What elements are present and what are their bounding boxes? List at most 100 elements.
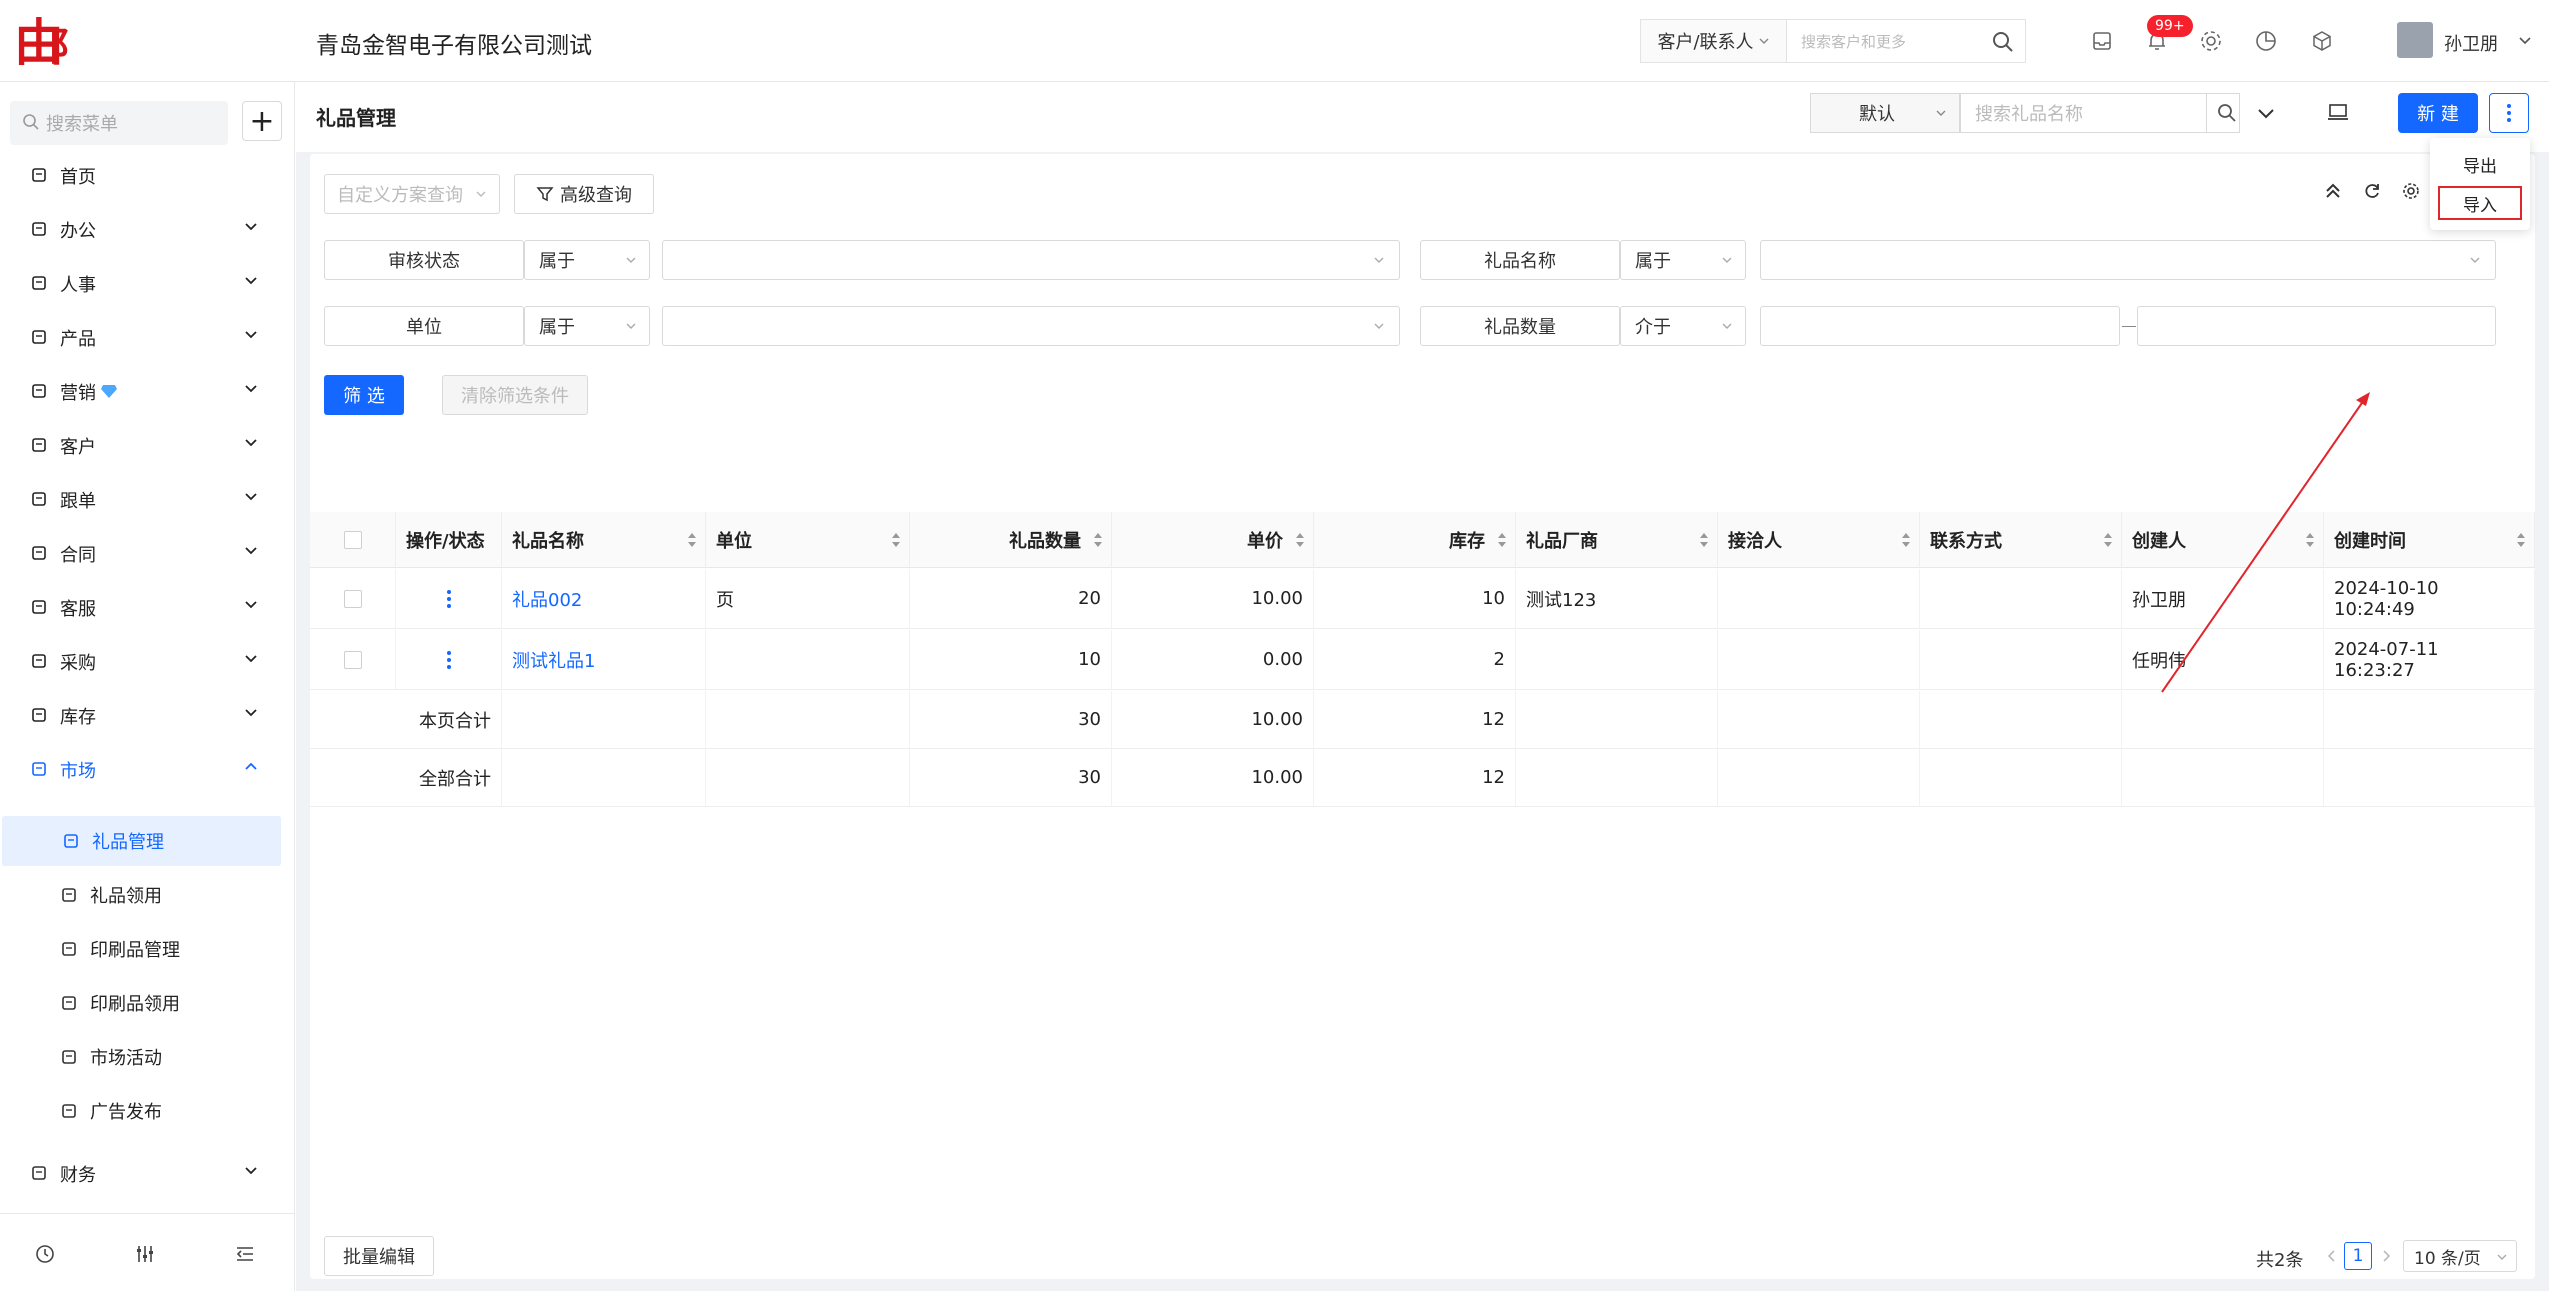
select-all-checkbox[interactable] bbox=[343, 530, 362, 549]
sort-icon[interactable] bbox=[1901, 532, 1911, 548]
more-vertical-icon[interactable] bbox=[446, 589, 452, 609]
summary-cell bbox=[502, 691, 706, 749]
refresh-icon[interactable] bbox=[2362, 181, 2382, 201]
sort-icon[interactable] bbox=[1295, 532, 1305, 548]
sidebar-subitem-1[interactable]: 礼品领用 bbox=[0, 870, 281, 920]
column-header[interactable]: 接洽人 bbox=[1718, 512, 1920, 568]
chevron-right-icon[interactable] bbox=[2380, 1249, 2392, 1263]
sidebar-item-10[interactable]: 库存 bbox=[0, 690, 295, 742]
sidebar-subitem-0[interactable]: 礼品管理 bbox=[2, 816, 281, 866]
sidebar-item-0[interactable]: 首页 bbox=[0, 150, 295, 202]
chevron-down-icon bbox=[245, 493, 257, 501]
collapse-menu-icon[interactable] bbox=[234, 1243, 256, 1265]
sidebar-item-4[interactable]: 营销 bbox=[0, 366, 295, 418]
filter-op-select[interactable]: 属于 bbox=[1620, 240, 1746, 280]
sidebar-item-8[interactable]: 客服 bbox=[0, 582, 295, 634]
column-header[interactable]: 操作/状态 bbox=[396, 512, 502, 568]
message-icon[interactable] bbox=[2087, 26, 2117, 56]
sidebar-item-5[interactable]: 客户 bbox=[0, 420, 295, 472]
column-header[interactable]: 库存 bbox=[1314, 512, 1516, 568]
gift-search-input[interactable]: 搜索礼品名称 bbox=[1960, 93, 2240, 133]
page-number[interactable]: 1 bbox=[2344, 1242, 2372, 1270]
sort-icon[interactable] bbox=[1699, 532, 1709, 548]
row-checkbox[interactable] bbox=[343, 650, 362, 669]
global-search-input[interactable]: 搜索客户和更多 bbox=[1786, 19, 2026, 63]
menu-search-input[interactable]: 搜索菜单 bbox=[10, 101, 228, 145]
search-button[interactable] bbox=[2206, 93, 2246, 133]
export-menu-item[interactable]: 导出 bbox=[2430, 146, 2530, 182]
sort-icon[interactable] bbox=[2516, 532, 2526, 548]
filter-button[interactable]: 筛 选 bbox=[324, 375, 404, 415]
search-type-select[interactable]: 客户/联系人 bbox=[1640, 19, 1786, 63]
filter-value-select[interactable] bbox=[662, 240, 1400, 280]
sort-icon[interactable] bbox=[687, 532, 697, 548]
sidebar-item-11[interactable]: 市场 bbox=[0, 744, 295, 796]
collapse-up-icon[interactable] bbox=[2323, 181, 2343, 201]
column-header-label: 库存 bbox=[1449, 530, 1485, 552]
filter-value-select[interactable] bbox=[662, 306, 1400, 346]
row-checkbox[interactable] bbox=[343, 589, 362, 608]
column-header[interactable]: 礼品数量 bbox=[910, 512, 1112, 568]
diamond-icon bbox=[101, 385, 117, 398]
filter-value-select[interactable] bbox=[1760, 240, 2496, 280]
filter-op-select[interactable]: 属于 bbox=[524, 240, 650, 280]
column-header[interactable]: 礼品名称 bbox=[502, 512, 706, 568]
chevron-down-icon[interactable] bbox=[2518, 34, 2532, 48]
search-icon[interactable] bbox=[1991, 30, 2015, 54]
cube-icon[interactable] bbox=[2307, 26, 2337, 56]
advanced-query-button[interactable]: 高级查询 bbox=[514, 174, 654, 214]
filter-op-select[interactable]: 属于 bbox=[524, 306, 650, 346]
filter-op-select[interactable]: 介于 bbox=[1620, 306, 1746, 346]
column-header[interactable]: 礼品厂商 bbox=[1516, 512, 1718, 568]
sort-icon[interactable] bbox=[1497, 532, 1507, 548]
sliders-icon[interactable] bbox=[134, 1243, 156, 1265]
sidebar-item-1[interactable]: 办公 bbox=[0, 204, 295, 256]
sidebar-item-9[interactable]: 采购 bbox=[0, 636, 295, 688]
chevron-down-icon bbox=[245, 709, 257, 717]
page-size-select[interactable]: 10 条/页 bbox=[2403, 1240, 2517, 1272]
add-button[interactable]: + bbox=[242, 101, 282, 141]
sort-icon[interactable] bbox=[891, 532, 901, 548]
user-name[interactable]: 孙卫朋 bbox=[2444, 30, 2498, 56]
sort-icon[interactable] bbox=[2103, 532, 2113, 548]
sidebar-item-2[interactable]: 人事 bbox=[0, 258, 295, 310]
sidebar-subitem-5[interactable]: 广告发布 bbox=[0, 1086, 281, 1136]
gift-name-link[interactable]: 礼品002 bbox=[502, 569, 706, 629]
range-min-input[interactable] bbox=[1760, 306, 2120, 346]
sidebar-subitem-2[interactable]: 印刷品管理 bbox=[0, 924, 281, 974]
chevron-left-icon[interactable] bbox=[2326, 1249, 2338, 1263]
summary-label: 全部合计 bbox=[310, 749, 502, 807]
clear-filter-button[interactable]: 清除筛选条件 bbox=[442, 375, 588, 415]
settings-icon[interactable] bbox=[2196, 26, 2226, 56]
screen-icon[interactable] bbox=[2327, 103, 2349, 123]
main-content: 礼品管理 默认 搜索礼品名称 新 建 导出 导入 自定义方案查询 高级查询 审核… bbox=[296, 82, 2549, 1291]
more-vertical-icon[interactable] bbox=[446, 650, 452, 670]
column-header[interactable]: 单位 bbox=[706, 512, 910, 568]
sidebar-item-6[interactable]: 跟单 bbox=[0, 474, 295, 526]
more-button[interactable] bbox=[2489, 93, 2529, 133]
table-cell: 测试123 bbox=[1516, 569, 1718, 629]
sidebar-subitem-4[interactable]: 市场活动 bbox=[0, 1032, 281, 1082]
sort-icon[interactable] bbox=[1093, 532, 1103, 548]
row-checkbox-cell bbox=[310, 569, 396, 629]
avatar[interactable] bbox=[2397, 22, 2433, 58]
table-cell: 10 bbox=[910, 630, 1112, 690]
history-icon[interactable] bbox=[34, 1243, 56, 1265]
app-logo[interactable]: 由 阝 bbox=[14, 12, 78, 72]
filter-op-value: 属于 bbox=[1635, 251, 1671, 272]
sidebar-item-7[interactable]: 合同 bbox=[0, 528, 295, 580]
sidebar-item-finance[interactable]: 财务 bbox=[0, 1148, 295, 1200]
pie-chart-icon[interactable] bbox=[2251, 26, 2281, 56]
view-select[interactable]: 默认 bbox=[1810, 93, 1960, 133]
column-header[interactable]: 单价 bbox=[1112, 512, 1314, 568]
gift-name-link[interactable]: 测试礼品1 bbox=[502, 630, 706, 690]
sidebar-item-3[interactable]: 产品 bbox=[0, 312, 295, 364]
column-header[interactable]: 联系方式 bbox=[1920, 512, 2122, 568]
chevron-down-icon[interactable] bbox=[2257, 106, 2275, 122]
filter-op-value: 介于 bbox=[1635, 317, 1671, 338]
new-button[interactable]: 新 建 bbox=[2398, 93, 2478, 133]
scheme-query-select[interactable]: 自定义方案查询 bbox=[324, 174, 500, 214]
batch-edit-button[interactable]: 批量编辑 bbox=[324, 1236, 434, 1276]
sidebar-subitem-3[interactable]: 印刷品领用 bbox=[0, 978, 281, 1028]
settings-icon[interactable] bbox=[2401, 181, 2421, 201]
